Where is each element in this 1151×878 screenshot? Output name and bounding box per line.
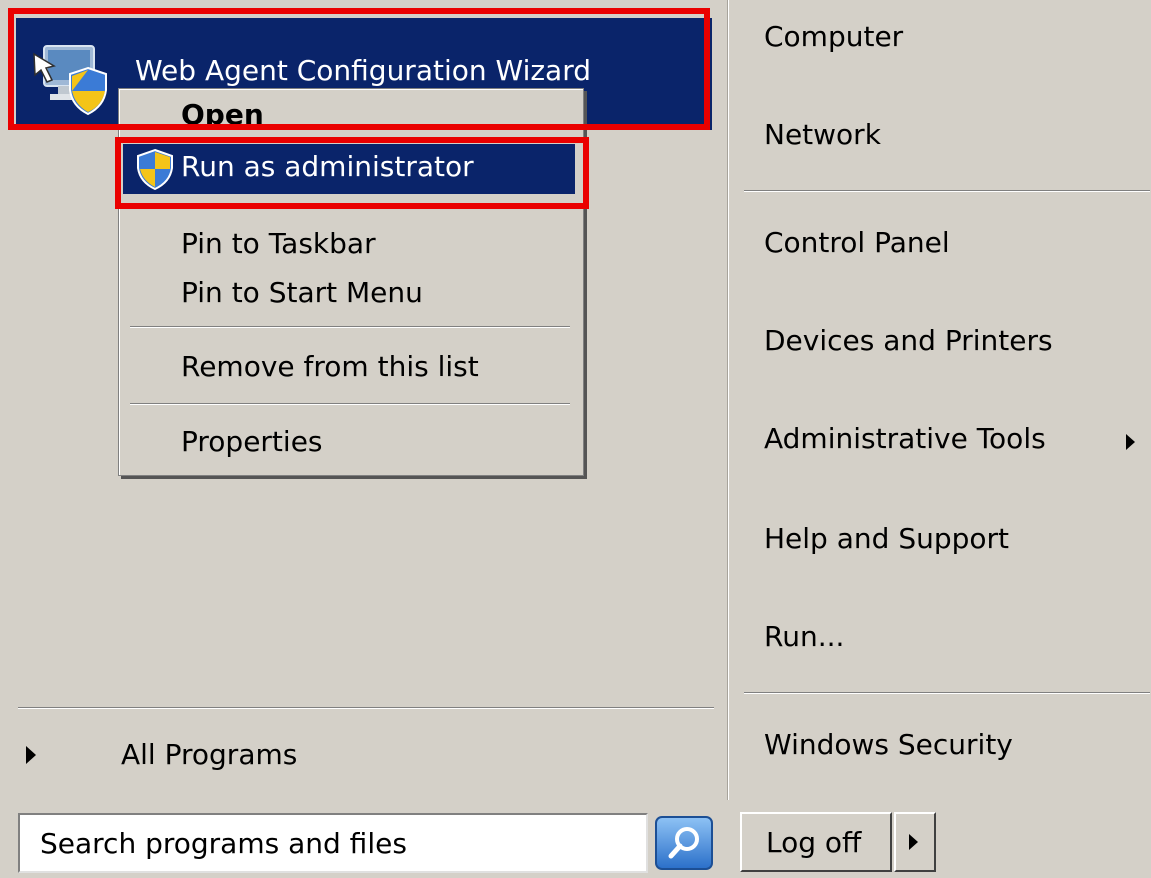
right-item-administrative-tools[interactable]: Administrative Tools	[752, 414, 1142, 474]
right-item-run[interactable]: Run...	[752, 612, 1142, 672]
right-item-network[interactable]: Network	[752, 110, 1142, 170]
menu-item-remove-from-list[interactable]: Remove from this list	[181, 350, 479, 383]
right-item-control-panel[interactable]: Control Panel	[752, 218, 1142, 278]
right-triangle-icon	[26, 746, 36, 764]
right-item-devices-and-printers[interactable]: Devices and Printers	[752, 316, 1142, 376]
submenu-arrow-icon	[1126, 434, 1135, 450]
search-input[interactable]: Search programs and files	[18, 813, 648, 873]
log-off-label: Log off	[766, 826, 862, 859]
right-item-label: Control Panel	[764, 226, 950, 259]
right-pane-separator	[744, 190, 1150, 192]
menu-item-pin-to-taskbar[interactable]: Pin to Taskbar	[181, 227, 376, 260]
right-item-windows-security[interactable]: Windows Security	[752, 720, 1142, 780]
search-icon[interactable]	[654, 815, 714, 871]
search-placeholder: Search programs and files	[40, 827, 407, 860]
right-item-label: Run...	[764, 620, 845, 653]
right-item-computer[interactable]: Computer	[752, 12, 1142, 72]
highlight-box-run-as-administrator	[115, 137, 589, 209]
right-item-label: Computer	[764, 20, 904, 53]
all-programs-separator	[18, 707, 714, 709]
right-triangle-icon	[909, 834, 918, 850]
all-programs-label: All Programs	[121, 738, 298, 771]
right-item-label: Administrative Tools	[764, 422, 1046, 455]
menu-separator	[130, 403, 570, 405]
right-item-label: Network	[764, 118, 881, 151]
menu-item-pin-to-start-menu[interactable]: Pin to Start Menu	[181, 276, 423, 309]
right-item-label: Windows Security	[764, 728, 1013, 761]
right-item-label: Devices and Printers	[764, 324, 1053, 357]
right-item-help-and-support[interactable]: Help and Support	[752, 514, 1142, 574]
log-off-button[interactable]: Log off	[740, 812, 892, 872]
log-off-options-button[interactable]	[894, 812, 936, 872]
right-pane-separator	[744, 692, 1150, 694]
menu-separator	[130, 326, 570, 328]
menu-item-properties[interactable]: Properties	[181, 425, 323, 458]
right-item-label: Help and Support	[764, 522, 1009, 555]
pane-divider	[727, 0, 730, 800]
highlight-box-program	[8, 8, 710, 130]
